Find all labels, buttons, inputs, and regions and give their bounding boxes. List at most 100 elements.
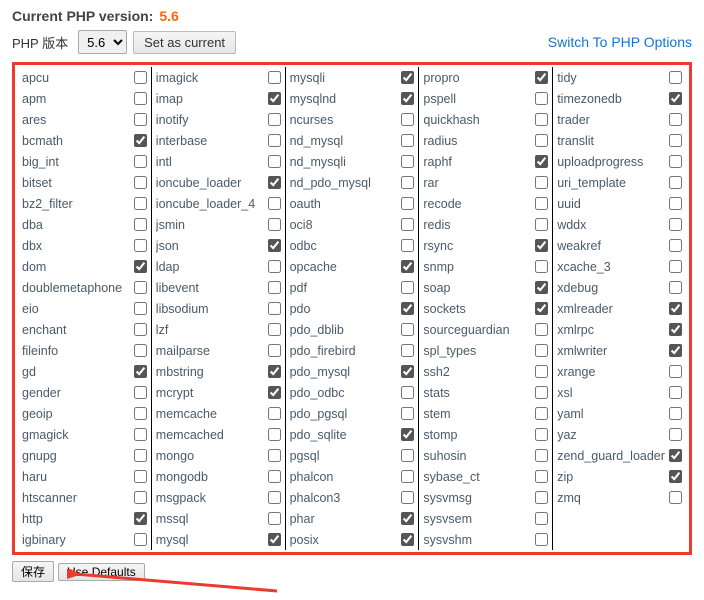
extension-checkbox-gd[interactable] — [134, 365, 147, 378]
extension-checkbox-nd_mysqli[interactable] — [401, 155, 414, 168]
extension-checkbox-sourceguardian[interactable] — [535, 323, 548, 336]
extension-checkbox-phalcon3[interactable] — [401, 491, 414, 504]
extension-checkbox-igbinary[interactable] — [134, 533, 147, 546]
extension-checkbox-ioncube_loader_4[interactable] — [268, 197, 281, 210]
extension-checkbox-libsodium[interactable] — [268, 302, 281, 315]
extension-checkbox-doublemetaphone[interactable] — [134, 281, 147, 294]
extension-checkbox-haru[interactable] — [134, 470, 147, 483]
extension-checkbox-ldap[interactable] — [268, 260, 281, 273]
extension-checkbox-ares[interactable] — [134, 113, 147, 126]
extension-checkbox-inotify[interactable] — [268, 113, 281, 126]
extension-checkbox-mysqlnd[interactable] — [401, 92, 414, 105]
extension-checkbox-ncurses[interactable] — [401, 113, 414, 126]
extension-checkbox-xdebug[interactable] — [669, 281, 682, 294]
extension-checkbox-http[interactable] — [134, 512, 147, 525]
extension-checkbox-dom[interactable] — [134, 260, 147, 273]
extension-checkbox-uuid[interactable] — [669, 197, 682, 210]
extension-checkbox-phalcon[interactable] — [401, 470, 414, 483]
extension-checkbox-yaml[interactable] — [669, 407, 682, 420]
php-version-select[interactable]: 5.6 — [78, 30, 127, 54]
use-defaults-button[interactable]: Use Defaults — [58, 563, 145, 581]
extension-checkbox-uri_template[interactable] — [669, 176, 682, 189]
extension-checkbox-pdo[interactable] — [401, 302, 414, 315]
extension-checkbox-stats[interactable] — [535, 386, 548, 399]
extension-checkbox-sockets[interactable] — [535, 302, 548, 315]
extension-checkbox-dbx[interactable] — [134, 239, 147, 252]
extension-checkbox-nd_pdo_mysql[interactable] — [401, 176, 414, 189]
extension-checkbox-rar[interactable] — [535, 176, 548, 189]
extension-checkbox-gmagick[interactable] — [134, 428, 147, 441]
extension-checkbox-gender[interactable] — [134, 386, 147, 399]
extension-checkbox-pdo_sqlite[interactable] — [401, 428, 414, 441]
extension-checkbox-gnupg[interactable] — [134, 449, 147, 462]
extension-checkbox-oauth[interactable] — [401, 197, 414, 210]
extension-checkbox-lzf[interactable] — [268, 323, 281, 336]
extension-checkbox-posix[interactable] — [401, 533, 414, 546]
extension-checkbox-trader[interactable] — [669, 113, 682, 126]
extension-checkbox-odbc[interactable] — [401, 239, 414, 252]
extension-checkbox-zmq[interactable] — [669, 491, 682, 504]
extension-checkbox-radius[interactable] — [535, 134, 548, 147]
extension-checkbox-pdf[interactable] — [401, 281, 414, 294]
extension-checkbox-apm[interactable] — [134, 92, 147, 105]
extension-checkbox-intl[interactable] — [268, 155, 281, 168]
extension-checkbox-bitset[interactable] — [134, 176, 147, 189]
extension-checkbox-memcache[interactable] — [268, 407, 281, 420]
extension-checkbox-ssh2[interactable] — [535, 365, 548, 378]
extension-checkbox-rsync[interactable] — [535, 239, 548, 252]
extension-checkbox-bcmath[interactable] — [134, 134, 147, 147]
extension-checkbox-imap[interactable] — [268, 92, 281, 105]
extension-checkbox-mailparse[interactable] — [268, 344, 281, 357]
extension-checkbox-xcache_3[interactable] — [669, 260, 682, 273]
extension-checkbox-yaz[interactable] — [669, 428, 682, 441]
extension-checkbox-fileinfo[interactable] — [134, 344, 147, 357]
set-as-current-button[interactable]: Set as current — [133, 31, 236, 54]
extension-checkbox-zend_guard_loader[interactable] — [669, 449, 682, 462]
extension-checkbox-apcu[interactable] — [134, 71, 147, 84]
extension-checkbox-geoip[interactable] — [134, 407, 147, 420]
extension-checkbox-eio[interactable] — [134, 302, 147, 315]
extension-checkbox-sysvmsg[interactable] — [535, 491, 548, 504]
extension-checkbox-pdo_pgsql[interactable] — [401, 407, 414, 420]
extension-checkbox-imagick[interactable] — [268, 71, 281, 84]
extension-checkbox-interbase[interactable] — [268, 134, 281, 147]
extension-checkbox-oci8[interactable] — [401, 218, 414, 231]
extension-checkbox-msgpack[interactable] — [268, 491, 281, 504]
extension-checkbox-big_int[interactable] — [134, 155, 147, 168]
extension-checkbox-mssql[interactable] — [268, 512, 281, 525]
extension-checkbox-xsl[interactable] — [669, 386, 682, 399]
extension-checkbox-memcached[interactable] — [268, 428, 281, 441]
extension-checkbox-spl_types[interactable] — [535, 344, 548, 357]
save-button[interactable]: 保存 — [12, 561, 54, 582]
extension-checkbox-opcache[interactable] — [401, 260, 414, 273]
extension-checkbox-tidy[interactable] — [669, 71, 682, 84]
extension-checkbox-quickhash[interactable] — [535, 113, 548, 126]
extension-checkbox-bz2_filter[interactable] — [134, 197, 147, 210]
extension-checkbox-json[interactable] — [268, 239, 281, 252]
extension-checkbox-wddx[interactable] — [669, 218, 682, 231]
extension-checkbox-timezonedb[interactable] — [669, 92, 682, 105]
extension-checkbox-mysql[interactable] — [268, 533, 281, 546]
extension-checkbox-zip[interactable] — [669, 470, 682, 483]
extension-checkbox-mongo[interactable] — [268, 449, 281, 462]
extension-checkbox-dba[interactable] — [134, 218, 147, 231]
extension-checkbox-uploadprogress[interactable] — [669, 155, 682, 168]
extension-checkbox-htscanner[interactable] — [134, 491, 147, 504]
extension-checkbox-propro[interactable] — [535, 71, 548, 84]
extension-checkbox-recode[interactable] — [535, 197, 548, 210]
extension-checkbox-snmp[interactable] — [535, 260, 548, 273]
extension-checkbox-pgsql[interactable] — [401, 449, 414, 462]
extension-checkbox-redis[interactable] — [535, 218, 548, 231]
extension-checkbox-mcrypt[interactable] — [268, 386, 281, 399]
extension-checkbox-translit[interactable] — [669, 134, 682, 147]
extension-checkbox-xmlreader[interactable] — [669, 302, 682, 315]
extension-checkbox-pdo_dblib[interactable] — [401, 323, 414, 336]
extension-checkbox-ioncube_loader[interactable] — [268, 176, 281, 189]
extension-checkbox-mongodb[interactable] — [268, 470, 281, 483]
extension-checkbox-phar[interactable] — [401, 512, 414, 525]
extension-checkbox-pdo_odbc[interactable] — [401, 386, 414, 399]
extension-checkbox-suhosin[interactable] — [535, 449, 548, 462]
extension-checkbox-raphf[interactable] — [535, 155, 548, 168]
extension-checkbox-sysvsem[interactable] — [535, 512, 548, 525]
extension-checkbox-sybase_ct[interactable] — [535, 470, 548, 483]
